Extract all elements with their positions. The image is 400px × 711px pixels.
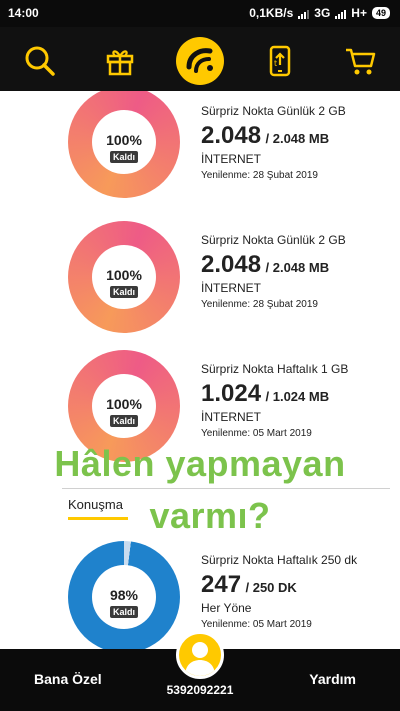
search-icon[interactable] — [23, 44, 57, 78]
package-name: Sürpriz Nokta Haftalık 1 GB — [201, 362, 349, 376]
usage-ring: 98% Kaldı — [68, 541, 180, 649]
renewal-date: Yenilenme: 05 Mart 2019 — [201, 619, 312, 630]
total-amount: / 2.048 MB — [265, 260, 330, 275]
usage-info: Sürpriz Nokta Günlük 2 GB 2.048 / 2.048 … — [201, 104, 346, 181]
remaining-label: Kaldı — [109, 151, 139, 163]
usage-percent: 100% — [106, 267, 142, 283]
renewal-date: Yenilenme: 28 Şubat 2019 — [201, 170, 318, 181]
renewal-date: Yenilenme: 05 Mart 2019 — [201, 428, 312, 439]
total-amount: / 2.048 MB — [265, 131, 330, 146]
signal-icon-2 — [335, 8, 347, 19]
usage-card: 100% Kaldı Sürpriz Nokta Günlük 2 GB 2.0… — [0, 221, 400, 349]
overlay-caption-line-2: varmı? — [149, 495, 271, 536]
usage-percent: 100% — [106, 396, 142, 412]
total-amount: / 250 DK — [245, 580, 297, 595]
package-name: Sürpriz Nokta Günlük 2 GB — [201, 233, 346, 247]
overlay-caption-line-1: Hâlen yapmayan — [54, 443, 346, 484]
status-bar: 14:00 0,1KB/s 3G H+ 49 — [0, 0, 400, 27]
package-type: İNTERNET — [201, 281, 261, 295]
package-type: Her Yöne — [201, 601, 252, 615]
package-name: Sürpriz Nokta Haftalık 250 dk — [201, 553, 358, 567]
usage-card: 100% Kaldı Sürpriz Nokta Günlük 2 GB 2.0… — [0, 91, 400, 219]
phone-number: 5392092221 — [166, 683, 234, 697]
package-type: İNTERNET — [201, 410, 261, 424]
package-type: İNTERNET — [201, 152, 261, 166]
cart-icon[interactable] — [343, 44, 377, 78]
total-amount: / 1.024 MB — [265, 389, 330, 404]
remaining-label: Kaldı — [109, 286, 139, 298]
remaining-amount: 2.048 — [201, 122, 262, 149]
network-type-hplus: H+ — [351, 6, 367, 20]
status-time: 14:00 — [8, 6, 39, 20]
top-navigation: t — [0, 27, 400, 91]
remaining-label: Kaldı — [109, 415, 139, 427]
status-indicators: 0,1KB/s 3G H+ 49 — [249, 6, 390, 20]
network-type-3g: 3G — [314, 6, 331, 20]
package-name: Sürpriz Nokta Günlük 2 GB — [201, 104, 346, 118]
usage-info: Sürpriz Nokta Haftalık 250 dk 247 / 250 … — [201, 553, 357, 630]
signal-icon-1 — [298, 8, 310, 19]
svg-text:t: t — [274, 59, 277, 68]
usage-info: Sürpriz Nokta Günlük 2 GB 2.048 / 2.048 … — [201, 233, 346, 310]
gift-icon[interactable] — [103, 44, 137, 78]
phone-upload-icon[interactable]: t — [263, 44, 297, 78]
remaining-amount: 1.024 — [201, 380, 262, 407]
usage-percent: 100% — [106, 132, 142, 148]
battery-icon: 49 — [371, 7, 390, 19]
network-speed: 0,1KB/s — [249, 6, 294, 20]
section-divider — [62, 488, 390, 489]
renewal-date: Yenilenme: 28 Şubat 2019 — [201, 299, 318, 310]
remaining-label: Kaldı — [109, 606, 139, 618]
usage-ring: 100% Kaldı — [68, 91, 180, 198]
usage-percent: 98% — [109, 587, 139, 603]
usage-content[interactable]: 100% Kaldı Sürpriz Nokta Günlük 2 GB 2.0… — [0, 91, 400, 649]
remaining-amount: 2.048 — [201, 251, 262, 278]
user-icon — [185, 642, 215, 676]
profile-avatar[interactable] — [176, 631, 224, 679]
usage-info: Sürpriz Nokta Haftalık 1 GB 1.024 / 1.02… — [201, 362, 348, 439]
turkcell-logo-icon[interactable] — [176, 37, 224, 85]
remaining-amount: 247 — [201, 571, 242, 598]
usage-ring: 100% Kaldı — [68, 221, 180, 333]
